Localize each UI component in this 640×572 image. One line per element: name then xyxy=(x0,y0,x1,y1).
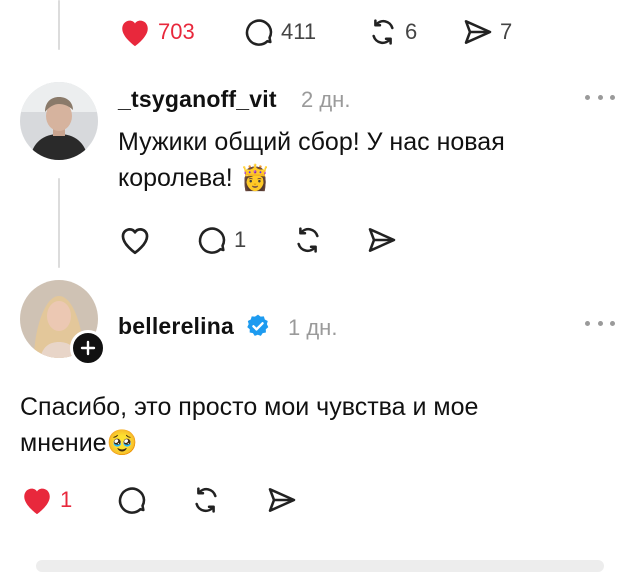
reply-input-bar[interactable] xyxy=(36,560,604,572)
repost-button[interactable]: 6 xyxy=(367,12,417,52)
send-icon xyxy=(464,20,492,44)
comment-text: Спасибо, это просто мои чувства и мое мн… xyxy=(20,393,479,457)
avatar[interactable] xyxy=(20,82,98,160)
share-button[interactable]: 7 xyxy=(462,12,512,52)
dot-icon xyxy=(597,320,603,326)
comment-time: 1 дн. xyxy=(288,315,338,340)
share-button[interactable] xyxy=(366,220,398,260)
repost-icon xyxy=(372,19,394,45)
repost-icon xyxy=(297,227,319,253)
reply-button[interactable] xyxy=(116,480,148,520)
share-button[interactable] xyxy=(266,480,298,520)
like-count: 703 xyxy=(158,19,195,44)
dot-icon xyxy=(610,320,615,326)
top-post-actions: 703 411 6 7 xyxy=(0,12,640,52)
dot-icon xyxy=(585,320,590,326)
comment-text: Мужики общий сбор! У нас новая королева!… xyxy=(118,128,505,192)
share-count: 7 xyxy=(500,19,513,44)
comment-icon xyxy=(245,19,273,46)
comment-actions: 1 xyxy=(0,480,640,520)
user-photo-icon xyxy=(20,82,98,160)
username-text: bellerelina xyxy=(118,313,234,339)
heart-filled-icon xyxy=(24,488,50,515)
like-button[interactable]: 1 xyxy=(20,480,72,520)
plus-icon xyxy=(80,340,96,356)
repost-button[interactable] xyxy=(190,480,222,520)
repost-count: 6 xyxy=(405,19,418,44)
reply-button[interactable]: 1 xyxy=(196,220,246,260)
comment-icon xyxy=(198,227,226,254)
dot-icon xyxy=(597,94,603,100)
like-button[interactable] xyxy=(118,220,158,260)
reply-count: 411 xyxy=(281,19,317,44)
reply-count: 1 xyxy=(234,227,247,252)
verified-badge-icon xyxy=(246,314,268,336)
repost-button[interactable] xyxy=(292,220,324,260)
more-options-button[interactable] xyxy=(585,316,615,330)
dot-icon xyxy=(585,94,590,100)
heart-filled-icon xyxy=(122,20,148,47)
like-count: 1 xyxy=(60,487,73,512)
heart-icon xyxy=(121,228,149,255)
comment-username[interactable]: bellerelina xyxy=(118,313,271,340)
dot-icon xyxy=(610,94,615,100)
like-button[interactable]: 703 xyxy=(118,12,195,52)
repost-icon xyxy=(195,487,217,513)
more-options-button[interactable] xyxy=(585,90,615,104)
comment-actions: 1 xyxy=(0,220,640,260)
comment-icon xyxy=(118,487,146,514)
send-icon xyxy=(368,228,396,252)
comment-time: 2 дн. xyxy=(301,87,351,112)
send-icon xyxy=(268,488,296,512)
reply-button[interactable]: 411 xyxy=(243,12,316,52)
follow-plus-button[interactable] xyxy=(70,330,106,366)
comment-username[interactable]: _tsyganoff_vit xyxy=(118,86,277,113)
